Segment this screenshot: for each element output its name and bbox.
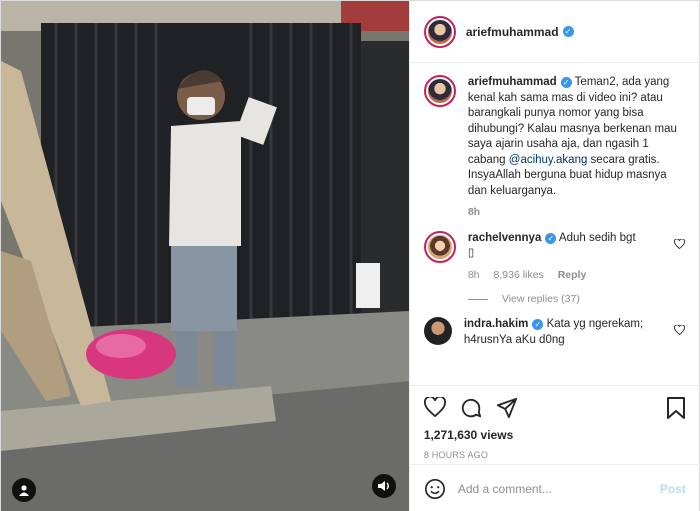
action-icons — [423, 394, 685, 422]
comment-heart-icon[interactable] — [674, 325, 685, 335]
author-avatar[interactable] — [423, 15, 456, 48]
tagged-user-button[interactable] — [12, 478, 36, 502]
verified-badge-icon: ✓ — [562, 26, 574, 37]
post-video[interactable] — [1, 1, 409, 511]
bookmark-icon[interactable] — [667, 397, 685, 419]
user-tag-icon — [19, 485, 29, 496]
commenter-username[interactable]: rachelvennya — [468, 232, 542, 244]
video-frame — [1, 1, 409, 511]
post-header: ariefmuhammad ✓ — [409, 1, 699, 63]
comments-section: ariefmuhammad ✓ Teman2, ada yang kenal ka… — [410, 63, 699, 385]
view-replies-button[interactable]: View replies (37) — [467, 293, 685, 305]
post-timestamp[interactable]: 8 HOURS AGO — [424, 450, 685, 460]
caption-time[interactable]: 8h — [468, 205, 480, 221]
comment-text: Aduh sedih bgt — [558, 231, 636, 244]
comment-body: rachelvennya ✓ Aduh sedih bgt ▯ 8h 8,936 … — [468, 231, 666, 284]
sound-toggle-button[interactable] — [371, 474, 396, 498]
comment-input[interactable] — [457, 481, 660, 496]
emoji-icon[interactable] — [424, 478, 446, 500]
author-username[interactable]: ariefmuhammad — [466, 25, 559, 39]
comment-meta: 8h 8,936 likes Reply — [468, 268, 666, 284]
verified-badge-icon: ✓ — [545, 232, 557, 244]
post-comment-button[interactable]: Post — [660, 482, 686, 496]
comment-heart-icon[interactable] — [674, 238, 685, 249]
post-side-panel: ariefmuhammad ✓ ariefmuhammad ✓ Teman2, a… — [408, 1, 700, 511]
action-icons-left — [423, 397, 667, 419]
replies-divider — [467, 298, 488, 300]
commenter-avatar[interactable] — [423, 317, 452, 345]
add-comment-bar: Post — [409, 464, 700, 511]
caption-avatar[interactable] — [423, 75, 456, 107]
comment-item: rachelvennya ✓ Aduh sedih bgt ▯ 8h 8,936 … — [423, 230, 685, 284]
caption-mention-link[interactable]: @acihuy.akang — [509, 154, 588, 166]
reply-button[interactable]: Reply — [558, 268, 587, 284]
heart-icon[interactable] — [423, 397, 446, 417]
view-count[interactable]: 1,271,630 views — [424, 428, 685, 442]
commenter-avatar[interactable] — [423, 230, 456, 263]
comment-time[interactable]: 8h — [468, 268, 480, 284]
comment-emoji: ▯ — [467, 247, 475, 259]
caption-meta: 8h — [468, 205, 685, 221]
comment-item: indra.hakim ✓ Kata yg ngerekam; h4rusnYa … — [423, 317, 685, 348]
caption-body: ariefmuhammad ✓ Teman2, ada yang kenal ka… — [468, 75, 685, 221]
comment-body: indra.hakim ✓ Kata yg ngerekam; h4rusnYa … — [464, 317, 666, 348]
comment-likes[interactable]: 8,936 likes — [494, 268, 544, 284]
commenter-username[interactable]: indra.hakim — [464, 318, 529, 330]
view-replies-label: View replies (37) — [501, 293, 580, 305]
comment-icon[interactable] — [460, 397, 482, 419]
instagram-post: ariefmuhammad ✓ ariefmuhammad ✓ Teman2, a… — [0, 0, 700, 511]
verified-badge-icon: ✓ — [560, 77, 572, 88]
caption: ariefmuhammad ✓ Teman2, ada yang kenal ka… — [423, 75, 685, 221]
caption-text-before: Teman2, ada yang kenal kah sama mas di v… — [467, 76, 677, 166]
verified-badge-icon: ✓ — [532, 319, 544, 330]
caption-username[interactable]: ariefmuhammad — [468, 76, 557, 88]
share-icon[interactable] — [496, 397, 518, 419]
sound-icon — [377, 481, 389, 491]
